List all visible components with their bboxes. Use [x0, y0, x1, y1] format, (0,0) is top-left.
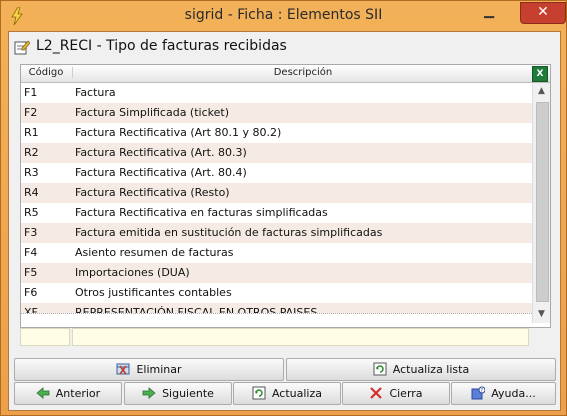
arrow-right-icon	[142, 386, 156, 400]
help-button-label: Ayuda...	[491, 387, 536, 400]
cell-code: F6	[24, 286, 38, 299]
arrow-left-icon	[36, 386, 50, 400]
table-row[interactable]: XF REPRESENTACIÓN FISCAL EN OTROS PAISES	[21, 303, 532, 313]
table-row[interactable]: R1 Factura Rectificativa (Art 80.1 y 80.2…	[21, 123, 532, 143]
refresh-icon	[373, 362, 387, 376]
scroll-down-icon[interactable]: ▼	[533, 306, 550, 323]
next-button[interactable]: Siguiente	[124, 382, 232, 405]
refresh-icon	[252, 386, 266, 400]
cell-code: R3	[24, 166, 39, 179]
app-window: sigrid - Ficha : Elementos SII ▁ ✕ L2_RE…	[0, 0, 567, 416]
title-bar[interactable]: sigrid - Ficha : Elementos SII ▁ ✕	[1, 1, 566, 31]
close-button-label: Cierra	[389, 387, 423, 400]
delete-button[interactable]: Eliminar	[14, 358, 284, 381]
delete-record-icon	[116, 362, 130, 376]
svg-text:?: ?	[481, 388, 484, 394]
help-icon: ?	[471, 386, 486, 400]
table-row[interactable]: F3 Factura emitida en sustitución de fact…	[21, 223, 532, 243]
table-row[interactable]: F4 Asiento resumen de facturas	[21, 243, 532, 263]
cell-code: F4	[24, 246, 38, 259]
vertical-scrollbar[interactable]: ▲ ▼	[532, 83, 550, 323]
cell-code: R2	[24, 146, 39, 159]
table-row[interactable]: F5 Importaciones (DUA)	[21, 263, 532, 283]
update-button[interactable]: Actualiza	[233, 382, 341, 405]
cell-description: Factura emitida en sustitución de factur…	[75, 226, 383, 239]
form-title: L2_RECI - Tipo de facturas recibidas	[36, 38, 287, 54]
refresh-list-button[interactable]: Actualiza lista	[286, 358, 556, 381]
data-grid[interactable]: Código Descripción X F1 Factura F2 Factura …	[20, 64, 551, 328]
cell-code: XF	[24, 306, 38, 313]
cell-description: Factura Rectificativa (Art 80.1 y 80.2)	[75, 126, 282, 139]
filter-code-field[interactable]	[20, 328, 70, 346]
help-button[interactable]: ? Ayuda...	[451, 382, 556, 405]
close-window-button[interactable]: ✕	[520, 2, 566, 24]
table-row[interactable]: F2 Factura Simplificada (ticket)	[21, 103, 532, 123]
grid-header: Código Descripción X	[21, 65, 550, 83]
cell-code: R4	[24, 186, 39, 199]
filter-description-field[interactable]	[72, 328, 529, 346]
cell-code: F2	[24, 106, 38, 119]
cell-description: Factura Rectificativa en facturas simpli…	[75, 206, 328, 219]
previous-button[interactable]: Anterior	[14, 382, 122, 405]
cell-code: R1	[24, 126, 39, 139]
cell-description: Factura Rectificativa (Art. 80.3)	[75, 146, 247, 159]
refresh-list-button-label: Actualiza lista	[392, 363, 470, 376]
form-client-area: L2_RECI - Tipo de facturas recibidas Cód…	[8, 31, 561, 411]
previous-button-label: Anterior	[55, 387, 101, 400]
excel-export-icon[interactable]: X	[532, 66, 548, 82]
table-row[interactable]: R5 Factura Rectificativa en facturas simp…	[21, 203, 532, 223]
scrollbar-thumb[interactable]	[536, 102, 549, 302]
table-row[interactable]: R4 Factura Rectificativa (Resto)	[21, 183, 532, 203]
minimize-button[interactable]: ▁	[476, 3, 502, 23]
cell-code: F1	[24, 86, 38, 99]
grid-rows: F1 Factura F2 Factura Simplificada (ticket)…	[21, 83, 532, 313]
delete-button-label: Eliminar	[136, 363, 182, 376]
cell-description: Asiento resumen de facturas	[75, 246, 234, 259]
scroll-up-icon[interactable]: ▲	[533, 83, 550, 100]
cell-description: Factura	[75, 86, 116, 99]
edit-document-icon	[14, 39, 31, 55]
cell-code: F3	[24, 226, 38, 239]
next-button-label: Siguiente	[162, 387, 214, 400]
column-header-code[interactable]: Código	[21, 67, 71, 78]
cell-description: Factura Rectificativa (Resto)	[75, 186, 230, 199]
table-row[interactable]: F1 Factura	[21, 83, 532, 103]
table-row[interactable]: R3 Factura Rectificativa (Art. 80.4)	[21, 163, 532, 183]
cell-code: R5	[24, 206, 39, 219]
cell-description: Importaciones (DUA)	[75, 266, 190, 279]
close-x-icon	[369, 386, 383, 400]
cell-description: Factura Rectificativa (Art. 80.4)	[75, 166, 247, 179]
table-row[interactable]: F6 Otros justificantes contables	[21, 283, 532, 303]
cell-description: Factura Simplificada (ticket)	[75, 106, 229, 119]
grid-filter-row	[20, 328, 549, 346]
update-button-label: Actualiza	[271, 387, 323, 400]
column-header-description[interactable]: Descripción	[72, 67, 533, 78]
cell-code: F5	[24, 266, 38, 279]
cell-description: REPRESENTACIÓN FISCAL EN OTROS PAISES	[75, 306, 318, 313]
close-button[interactable]: Cierra	[342, 382, 450, 405]
table-row[interactable]: R2 Factura Rectificativa (Art. 80.3)	[21, 143, 532, 163]
grid-empty-row	[21, 313, 532, 327]
cell-description: Otros justificantes contables	[75, 286, 232, 299]
